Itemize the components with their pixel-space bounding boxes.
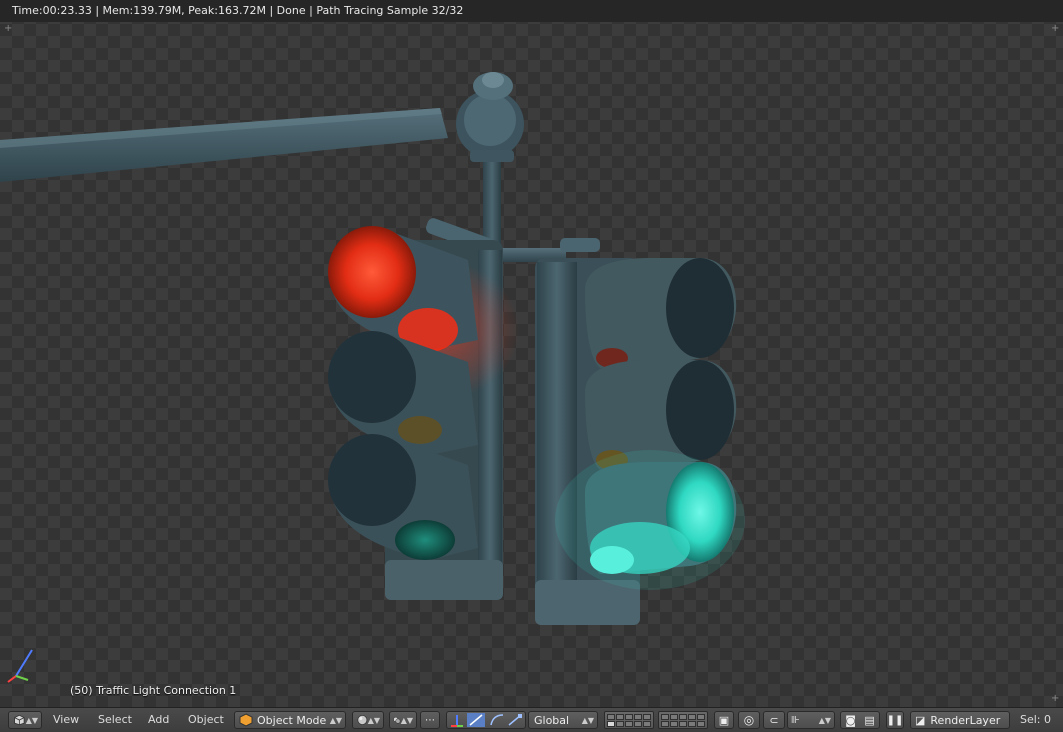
pivot-align-toggle[interactable]: ⋯: [420, 711, 440, 729]
active-object-label: (50) Traffic Light Connection 1: [70, 684, 237, 697]
snap-element-selector[interactable]: ⊪ ▲▼: [787, 711, 835, 729]
chevron-updown-icon: ▲▼: [329, 715, 342, 725]
proportional-circle-icon: ◎: [743, 713, 755, 727]
menu-add[interactable]: Add: [148, 711, 169, 729]
left-signal-head: [328, 226, 520, 600]
layer-lock-toggle[interactable]: ▣: [714, 711, 734, 729]
mast-arm: [0, 72, 600, 262]
proportional-edit-toggle[interactable]: ◎: [738, 711, 760, 729]
chevron-updown-icon: ▲▼: [367, 715, 380, 725]
3d-view-cube-icon: [14, 714, 25, 726]
solid-sphere-icon: [357, 715, 368, 725]
snap-toggle[interactable]: ⊂: [763, 711, 785, 729]
3d-viewport[interactable]: Time:00:23.33 | Mem:139.79M, Peak:163.72…: [0, 0, 1063, 707]
magnet-icon: ⊂: [769, 713, 779, 727]
manipulator-axes-icon: [451, 713, 522, 727]
object-cube-icon: [239, 713, 253, 727]
render-layer-icon: ◪: [915, 713, 926, 727]
snap-increment-icon: ⊪: [791, 714, 800, 726]
editor-type-selector[interactable]: ▲▼: [8, 711, 42, 729]
transform-orientation-label: Global: [534, 713, 570, 727]
mode-selector[interactable]: Object Mode ▲▼: [234, 711, 346, 729]
scene-layers-group-1[interactable]: [604, 711, 654, 729]
viewport-corner-plus-icon[interactable]: +: [1051, 694, 1059, 704]
menu-object[interactable]: Object: [188, 711, 224, 729]
mode-selector-label: Object Mode: [257, 713, 327, 727]
camera-icon[interactable]: ◙: [845, 714, 856, 727]
selection-count: Sel: 0: [1020, 713, 1052, 726]
pause-icon: ❚❚: [886, 714, 904, 726]
axis-gizmo-icon: [7, 649, 33, 683]
chevron-updown-icon: ▲▼: [25, 715, 38, 725]
render-status-text: Time:00:23.33 | Mem:139.79M, Peak:163.72…: [0, 0, 1063, 22]
render-layer-label: RenderLayer: [930, 713, 1001, 727]
grid-dots-icon: ⋯: [425, 714, 435, 726]
3d-view-header: ▲▼ View Select Add Object Object Mode ▲▼…: [0, 707, 1063, 732]
layers-icon: ▣: [718, 713, 730, 727]
viewport-corner-plus-icon[interactable]: +: [4, 24, 12, 34]
pivot-point-selector[interactable]: ▲▼: [389, 711, 417, 729]
pause-render-toggle[interactable]: ❚❚: [886, 711, 904, 729]
menu-select[interactable]: Select: [98, 711, 132, 729]
render-layer-selector[interactable]: ◪ RenderLayer: [910, 711, 1010, 729]
viewport-corner-plus-icon[interactable]: +: [1051, 24, 1059, 34]
menu-view[interactable]: View: [53, 711, 79, 729]
pivot-point-icon: [393, 716, 401, 724]
rendered-scene: [0, 72, 745, 625]
transform-orientation-selector[interactable]: Global ▲▼: [528, 711, 598, 729]
right-signal-head: [535, 258, 745, 625]
manipulator-toggles[interactable]: [446, 711, 526, 729]
scene-layers-group-2[interactable]: [658, 711, 708, 729]
clapperboard-icon[interactable]: ▤: [864, 714, 874, 727]
viewport-shading-selector[interactable]: ▲▼: [352, 711, 384, 729]
chevron-updown-icon: ▲▼: [581, 715, 594, 725]
chevron-updown-icon: ▲▼: [818, 715, 831, 725]
render-buttons[interactable]: ◙ ▤: [840, 711, 880, 729]
chevron-updown-icon: ▲▼: [400, 715, 413, 725]
